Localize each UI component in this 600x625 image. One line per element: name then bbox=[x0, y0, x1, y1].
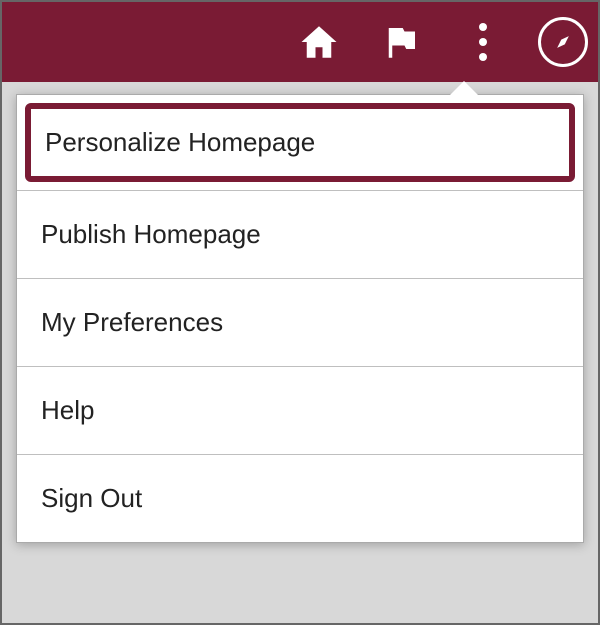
actions-menu-button[interactable] bbox=[456, 15, 510, 69]
menu-item-help[interactable]: Help bbox=[17, 367, 583, 455]
menu-item-my-preferences[interactable]: My Preferences bbox=[17, 279, 583, 367]
kebab-dot-icon bbox=[479, 23, 487, 31]
notifications-button[interactable] bbox=[374, 15, 428, 69]
home-icon bbox=[298, 21, 340, 63]
app-frame: Personalize Homepage Publish Homepage My… bbox=[0, 0, 600, 625]
kebab-dot-icon bbox=[479, 53, 487, 61]
nav-compass-button[interactable] bbox=[538, 17, 588, 67]
home-button[interactable] bbox=[292, 15, 346, 69]
actions-dropdown: Personalize Homepage Publish Homepage My… bbox=[16, 94, 584, 543]
menu-item-publish-homepage[interactable]: Publish Homepage bbox=[17, 191, 583, 279]
flag-icon bbox=[380, 21, 422, 63]
kebab-dot-icon bbox=[479, 38, 487, 46]
compass-icon bbox=[549, 28, 577, 56]
menu-item-wrap: Personalize Homepage bbox=[17, 95, 583, 191]
header-bar bbox=[2, 2, 598, 82]
menu-item-sign-out[interactable]: Sign Out bbox=[17, 455, 583, 542]
menu-item-personalize-homepage[interactable]: Personalize Homepage bbox=[25, 103, 575, 182]
